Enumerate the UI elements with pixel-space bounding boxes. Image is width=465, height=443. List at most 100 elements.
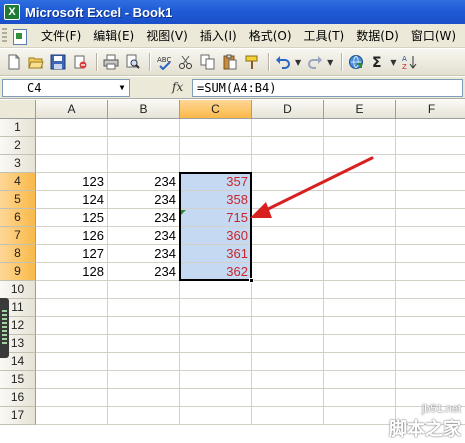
cell-f7[interactable] — [396, 227, 465, 245]
cell-b3[interactable] — [108, 155, 180, 173]
cell-e13[interactable] — [324, 335, 396, 353]
cell-c10[interactable] — [180, 281, 252, 299]
cell-b13[interactable] — [108, 335, 180, 353]
cell-e16[interactable] — [324, 389, 396, 407]
cell-a16[interactable] — [36, 389, 108, 407]
cell-d12[interactable] — [252, 317, 324, 335]
column-header-d[interactable]: D — [252, 100, 324, 119]
cell-a4[interactable]: 123 — [36, 173, 108, 191]
fx-icon[interactable]: fx — [172, 80, 183, 94]
cell-a7[interactable]: 126 — [36, 227, 108, 245]
cell-a5[interactable]: 124 — [36, 191, 108, 209]
excel-icon[interactable]: X — [4, 4, 20, 20]
cell-f15[interactable] — [396, 371, 465, 389]
cell-e1[interactable] — [324, 119, 396, 137]
cell-d15[interactable] — [252, 371, 324, 389]
cell-e10[interactable] — [324, 281, 396, 299]
row-header-17[interactable]: 17 — [0, 407, 36, 425]
cell-a11[interactable] — [36, 299, 108, 317]
toolbar-grip[interactable] — [2, 27, 7, 44]
cell-b2[interactable] — [108, 137, 180, 155]
cell-b5[interactable]: 234 — [108, 191, 180, 209]
cell-c14[interactable] — [180, 353, 252, 371]
cell-b9[interactable]: 234 — [108, 263, 180, 281]
menu-window[interactable]: 窗口(W) — [405, 26, 462, 46]
document-icon[interactable] — [11, 28, 29, 45]
cell-d1[interactable] — [252, 119, 324, 137]
cell-c9[interactable]: 362 — [180, 263, 252, 281]
cell-e15[interactable] — [324, 371, 396, 389]
menu-data[interactable]: 数据(D) — [350, 26, 405, 46]
cell-c3[interactable] — [180, 155, 252, 173]
cell-a3[interactable] — [36, 155, 108, 173]
cell-a8[interactable]: 127 — [36, 245, 108, 263]
worksheet-grid[interactable]: ABCDEF 1 2 3 4 5 6 7 8 9 10 11 12 13 14 15 16 17 123 234 3… — [0, 100, 465, 443]
row-header-7[interactable]: 7 — [0, 227, 36, 245]
menu-insert[interactable]: 插入(I) — [194, 26, 243, 46]
menu-file[interactable]: 文件(F) — [35, 26, 87, 46]
cell-a12[interactable] — [36, 317, 108, 335]
row-header-4[interactable]: 4 — [0, 173, 36, 191]
cell-c12[interactable] — [180, 317, 252, 335]
cell-e6[interactable] — [324, 209, 396, 227]
cell-a13[interactable] — [36, 335, 108, 353]
cell-b8[interactable]: 234 — [108, 245, 180, 263]
name-box[interactable]: C4 ▼ — [2, 79, 130, 97]
cell-c8[interactable]: 361 — [180, 245, 252, 263]
column-header-a[interactable]: A — [36, 100, 108, 119]
menu-tools[interactable]: 工具(T) — [298, 26, 351, 46]
cell-b10[interactable] — [108, 281, 180, 299]
cell-b17[interactable] — [108, 407, 180, 425]
cell-c7[interactable]: 360 — [180, 227, 252, 245]
save-icon[interactable] — [48, 52, 68, 72]
cell-e11[interactable] — [324, 299, 396, 317]
chevron-down-icon[interactable]: ▼ — [115, 80, 129, 96]
undo-dropdown-icon[interactable]: ▼ — [295, 58, 301, 67]
cell-b15[interactable] — [108, 371, 180, 389]
redo-icon[interactable] — [305, 52, 325, 72]
row-header-9[interactable]: 9 — [0, 263, 36, 281]
cell-f6[interactable] — [396, 209, 465, 227]
cell-b14[interactable] — [108, 353, 180, 371]
autosum-dropdown-icon[interactable]: ▼ — [390, 58, 396, 67]
cell-e4[interactable] — [324, 173, 396, 191]
redo-dropdown-icon[interactable]: ▼ — [327, 58, 333, 67]
cut-icon[interactable] — [176, 52, 196, 72]
autosum-icon[interactable]: Σ — [368, 52, 388, 72]
cell-d9[interactable] — [252, 263, 324, 281]
cell-b7[interactable]: 234 — [108, 227, 180, 245]
permission-icon[interactable] — [70, 52, 90, 72]
sort-icon[interactable]: AZ — [400, 52, 420, 72]
cell-c13[interactable] — [180, 335, 252, 353]
cell-b12[interactable] — [108, 317, 180, 335]
cell-b6[interactable]: 234 — [108, 209, 180, 227]
paste-icon[interactable] — [220, 52, 240, 72]
row-header-16[interactable]: 16 — [0, 389, 36, 407]
cell-c5[interactable]: 358 — [180, 191, 252, 209]
cell-f10[interactable] — [396, 281, 465, 299]
print-icon[interactable] — [101, 52, 121, 72]
undo-icon[interactable] — [273, 52, 293, 72]
cell-f9[interactable] — [396, 263, 465, 281]
cell-e7[interactable] — [324, 227, 396, 245]
row-header-1[interactable]: 1 — [0, 119, 36, 137]
cell-c11[interactable] — [180, 299, 252, 317]
menu-format[interactable]: 格式(O) — [243, 26, 298, 46]
cell-a17[interactable] — [36, 407, 108, 425]
row-header-6[interactable]: 6 — [0, 209, 36, 227]
cell-e3[interactable] — [324, 155, 396, 173]
cell-c6[interactable]: 715 — [180, 209, 252, 227]
cell-e8[interactable] — [324, 245, 396, 263]
column-header-e[interactable]: E — [324, 100, 396, 119]
menu-view[interactable]: 视图(V) — [140, 26, 194, 46]
fill-handle[interactable] — [249, 278, 254, 283]
cell-a1[interactable] — [36, 119, 108, 137]
column-header-b[interactable]: B — [108, 100, 180, 119]
cell-e17[interactable] — [324, 407, 396, 425]
cell-d2[interactable] — [252, 137, 324, 155]
cell-d13[interactable] — [252, 335, 324, 353]
cell-e2[interactable] — [324, 137, 396, 155]
cell-a15[interactable] — [36, 371, 108, 389]
cell-f1[interactable] — [396, 119, 465, 137]
cell-b16[interactable] — [108, 389, 180, 407]
